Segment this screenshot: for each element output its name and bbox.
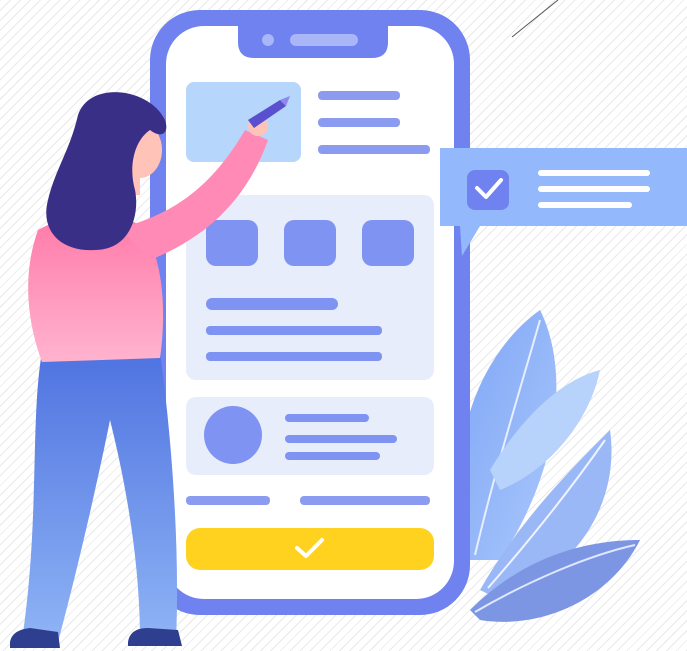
- pants: [22, 352, 178, 642]
- phone-app-illustration: [10, 0, 687, 648]
- text-line: [538, 186, 650, 192]
- shoe: [128, 628, 182, 646]
- notification-bubble: [440, 148, 687, 256]
- decor-line: [511, 0, 559, 38]
- text-line: [206, 352, 382, 361]
- text-line: [538, 170, 650, 176]
- text-line: [285, 435, 397, 443]
- text-line: [318, 118, 400, 127]
- checkbox-icon: [467, 170, 509, 210]
- leaf-icon: [458, 310, 640, 622]
- text-line: [318, 145, 430, 154]
- camera-icon: [262, 34, 274, 46]
- avatar: [204, 406, 262, 464]
- text-line: [318, 91, 400, 100]
- speaker-icon: [290, 34, 358, 46]
- confirm-button[interactable]: [186, 528, 434, 570]
- text-line: [206, 298, 338, 310]
- text-line: [206, 326, 382, 335]
- text-line: [285, 414, 369, 422]
- tile-icon[interactable]: [284, 220, 336, 266]
- text-line: [538, 202, 632, 208]
- tile-icon[interactable]: [206, 220, 258, 266]
- text-line: [285, 452, 380, 460]
- text-line: [300, 496, 430, 505]
- illustration-canvas: [0, 0, 687, 651]
- text-line: [186, 496, 270, 505]
- tile-icon[interactable]: [362, 220, 414, 266]
